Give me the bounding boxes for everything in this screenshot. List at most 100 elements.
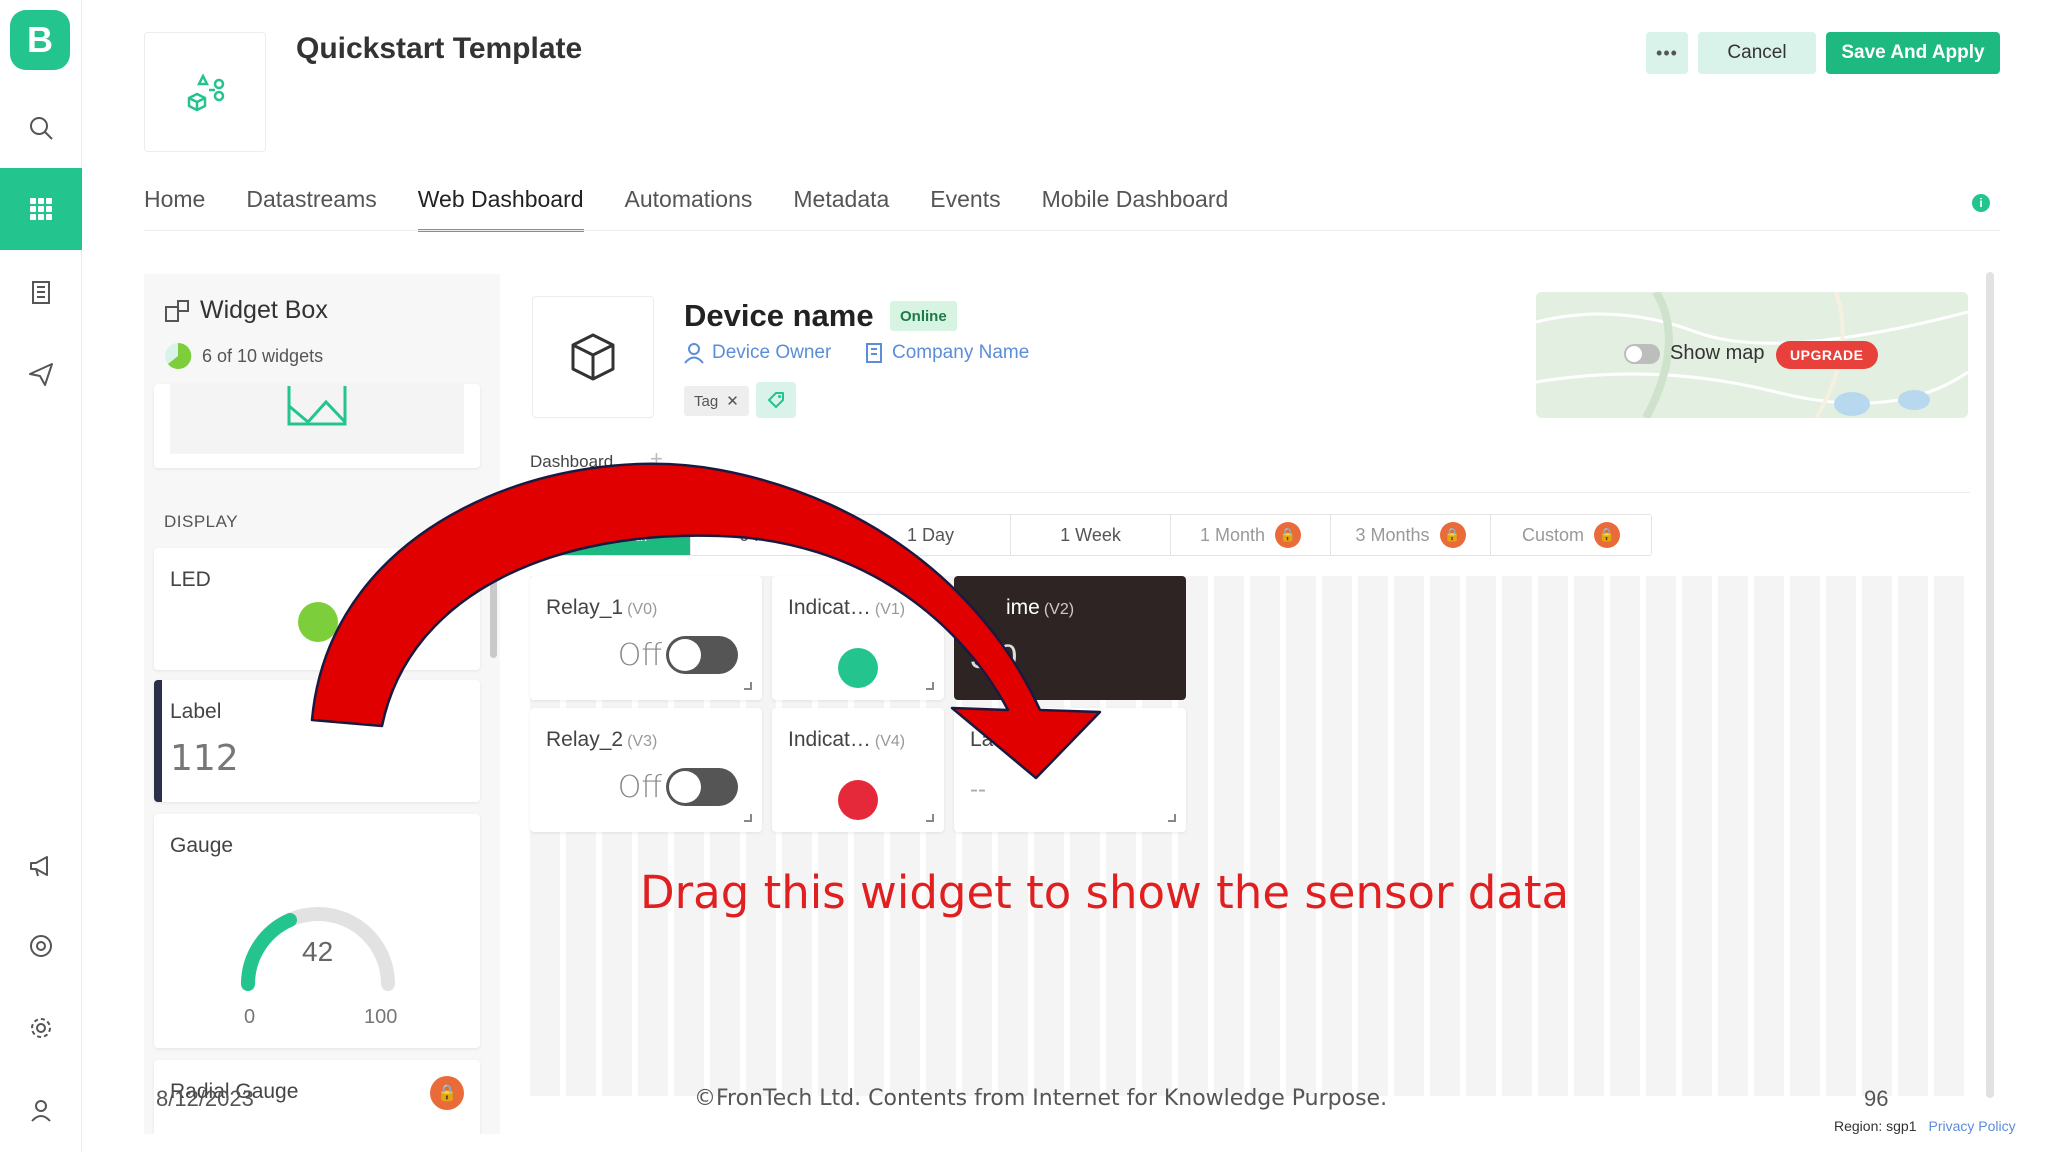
widget-box-panel: Widget Box 6 of 10 widgets DISPLAY LED L… (144, 274, 500, 1134)
tab-events[interactable]: Events (930, 186, 1000, 232)
company-name-link[interactable]: Company Name (864, 342, 1029, 364)
gauge-value: 42 (302, 936, 334, 967)
widget-count: 6 of 10 widgets (164, 342, 323, 370)
time-range-1-week[interactable]: 1 Week (1011, 515, 1171, 555)
gear-icon[interactable] (0, 998, 82, 1058)
widget-box-title-text: Widget Box (200, 296, 328, 324)
time-range-custom-label: Custom (1521, 524, 1584, 545)
label-widget-card[interactable]: Label 112 (154, 680, 480, 802)
tab-mobile-dashboard[interactable]: Mobile Dashboard (1042, 186, 1229, 232)
tab-home[interactable]: Home (144, 186, 205, 232)
region-text: Region: sgp1 (1834, 1118, 1917, 1134)
lock-icon: 🔒 (430, 1076, 464, 1110)
nav-rail: B (0, 0, 82, 1152)
send-icon[interactable] (0, 344, 82, 404)
upgrade-badge[interactable]: UPGRADE (1776, 341, 1878, 369)
status-badge: Online (890, 301, 957, 331)
device-icon-box[interactable] (532, 296, 654, 418)
relay-2-title: Relay_2 (V3) (546, 728, 657, 752)
resize-handle[interactable] (926, 814, 934, 822)
save-and-apply-button[interactable]: Save And Apply (1826, 32, 2000, 74)
megaphone-icon[interactable] (0, 836, 82, 896)
uptime-title-text: ime (1006, 596, 1040, 619)
lock-icon: 🔒 (1439, 522, 1466, 548)
gauge-widget-label: Gauge (170, 834, 234, 857)
user-icon[interactable] (0, 1080, 82, 1140)
time-range-3-months[interactable]: 3 Months 🔒 (1331, 515, 1491, 555)
label-widget[interactable]: La -- (954, 708, 1186, 832)
show-map-toggle[interactable]: Show map (1624, 342, 1765, 365)
dashboard-divider (530, 492, 1970, 493)
time-range-custom[interactable]: Custom 🔒 (1491, 515, 1651, 555)
tab-web-dashboard[interactable]: Web Dashboard (417, 186, 584, 232)
search-icon[interactable] (0, 98, 82, 158)
led-widget-card[interactable]: LED (154, 548, 480, 670)
relay-2-state: Off (617, 770, 662, 805)
resize-handle[interactable] (1168, 814, 1176, 822)
privacy-policy-link[interactable]: Privacy Policy (1929, 1118, 2016, 1134)
tag-chip[interactable]: Tag ✕ (684, 386, 749, 416)
time-range-1-day[interactable]: 1 Day (851, 515, 1011, 555)
relay-1-switch[interactable] (666, 636, 738, 674)
indicator-1-widget[interactable]: Indicat… (V1) (772, 576, 944, 700)
lock-icon: 🔒 (1275, 522, 1302, 548)
info-icon[interactable]: i (1972, 194, 1990, 212)
image-widget-card[interactable] (154, 384, 480, 468)
device-owner-text: Device Owner (712, 342, 832, 363)
tab-automations[interactable]: Automations (625, 186, 753, 232)
template-icon (187, 73, 225, 112)
time-range-3-months-label: 3 Months (1355, 524, 1430, 545)
footer-date: 8/12/2023 (156, 1086, 254, 1111)
resize-handle[interactable] (744, 682, 752, 690)
time-range-1-month-label: 1 Month (1199, 524, 1266, 545)
tag-edit-button[interactable] (756, 382, 796, 418)
lifebuoy-icon[interactable] (0, 916, 82, 976)
lock-icon: 🔒 (1594, 522, 1620, 548)
relay-1-title: Relay_1 (V0) (546, 596, 657, 620)
relay-2-title-text: Relay_2 (546, 728, 624, 751)
time-range-6-hours[interactable]: 6 Hours (691, 515, 851, 555)
widget-box-scrollbar[interactable] (490, 540, 497, 658)
resize-handle[interactable] (926, 682, 934, 690)
tab-dashboard[interactable]: Dashboard (530, 452, 613, 472)
widget-box-title: Widget Box (164, 296, 328, 325)
time-range-1-month[interactable]: 1 Month 🔒 (1171, 515, 1331, 555)
relay-1-widget[interactable]: Relay_1 (V0) Off (530, 576, 762, 700)
show-map-label: Show map (1670, 342, 1765, 364)
device-owner-link[interactable]: Device Owner (684, 342, 831, 364)
main-scrollbar[interactable] (1986, 272, 1994, 1098)
building-icon[interactable] (0, 262, 82, 322)
resize-handle[interactable] (744, 814, 752, 822)
logo[interactable]: B (10, 10, 70, 70)
uptime-title: ime (V2) (1006, 596, 1074, 620)
footer-page-number: 96 (1864, 1086, 1889, 1111)
company-name-text: Company Name (892, 342, 1030, 363)
indicator-2-widget[interactable]: Indicat… (V4) (772, 708, 944, 832)
indicator-1-title-text: Indicat… (788, 596, 871, 619)
uptime-widget[interactable]: ime (V2) 3 0 (954, 576, 1186, 700)
indicator-2-pin: (V4) (874, 733, 906, 750)
tab-datastreams[interactable]: Datastreams (246, 186, 376, 232)
template-icon-box[interactable] (144, 32, 266, 152)
led-widget-label: LED (170, 568, 211, 591)
dashboard-grid-icon[interactable] (0, 168, 82, 250)
relay-2-switch[interactable] (666, 768, 738, 806)
tab-metadata[interactable]: Metadata (793, 186, 889, 232)
footer-copyright: ©FronTech Ltd. Contents from Internet fo… (694, 1086, 1388, 1111)
map-toggle-switch[interactable] (1624, 343, 1660, 364)
relay-2-widget[interactable]: Relay_2 (V3) Off (530, 708, 762, 832)
label-widget-label: Label (170, 700, 222, 723)
more-button[interactable]: ••• (1646, 32, 1688, 74)
close-icon[interactable]: ✕ (726, 392, 739, 410)
tag-text: Tag (694, 392, 719, 410)
cancel-button[interactable]: Cancel (1698, 32, 1816, 74)
usage-pie-icon (165, 342, 192, 369)
relay-2-pin: (V3) (627, 733, 658, 750)
building-small-icon (866, 343, 882, 363)
widget-box-icon (165, 299, 189, 322)
led-preview (298, 602, 338, 642)
cube-icon (571, 333, 615, 381)
add-tab-icon[interactable]: + (650, 446, 663, 472)
time-range-last-hour[interactable]: Last Hour (531, 515, 691, 555)
gauge-widget-card[interactable]: Gauge 42 0 100 (154, 814, 480, 1048)
